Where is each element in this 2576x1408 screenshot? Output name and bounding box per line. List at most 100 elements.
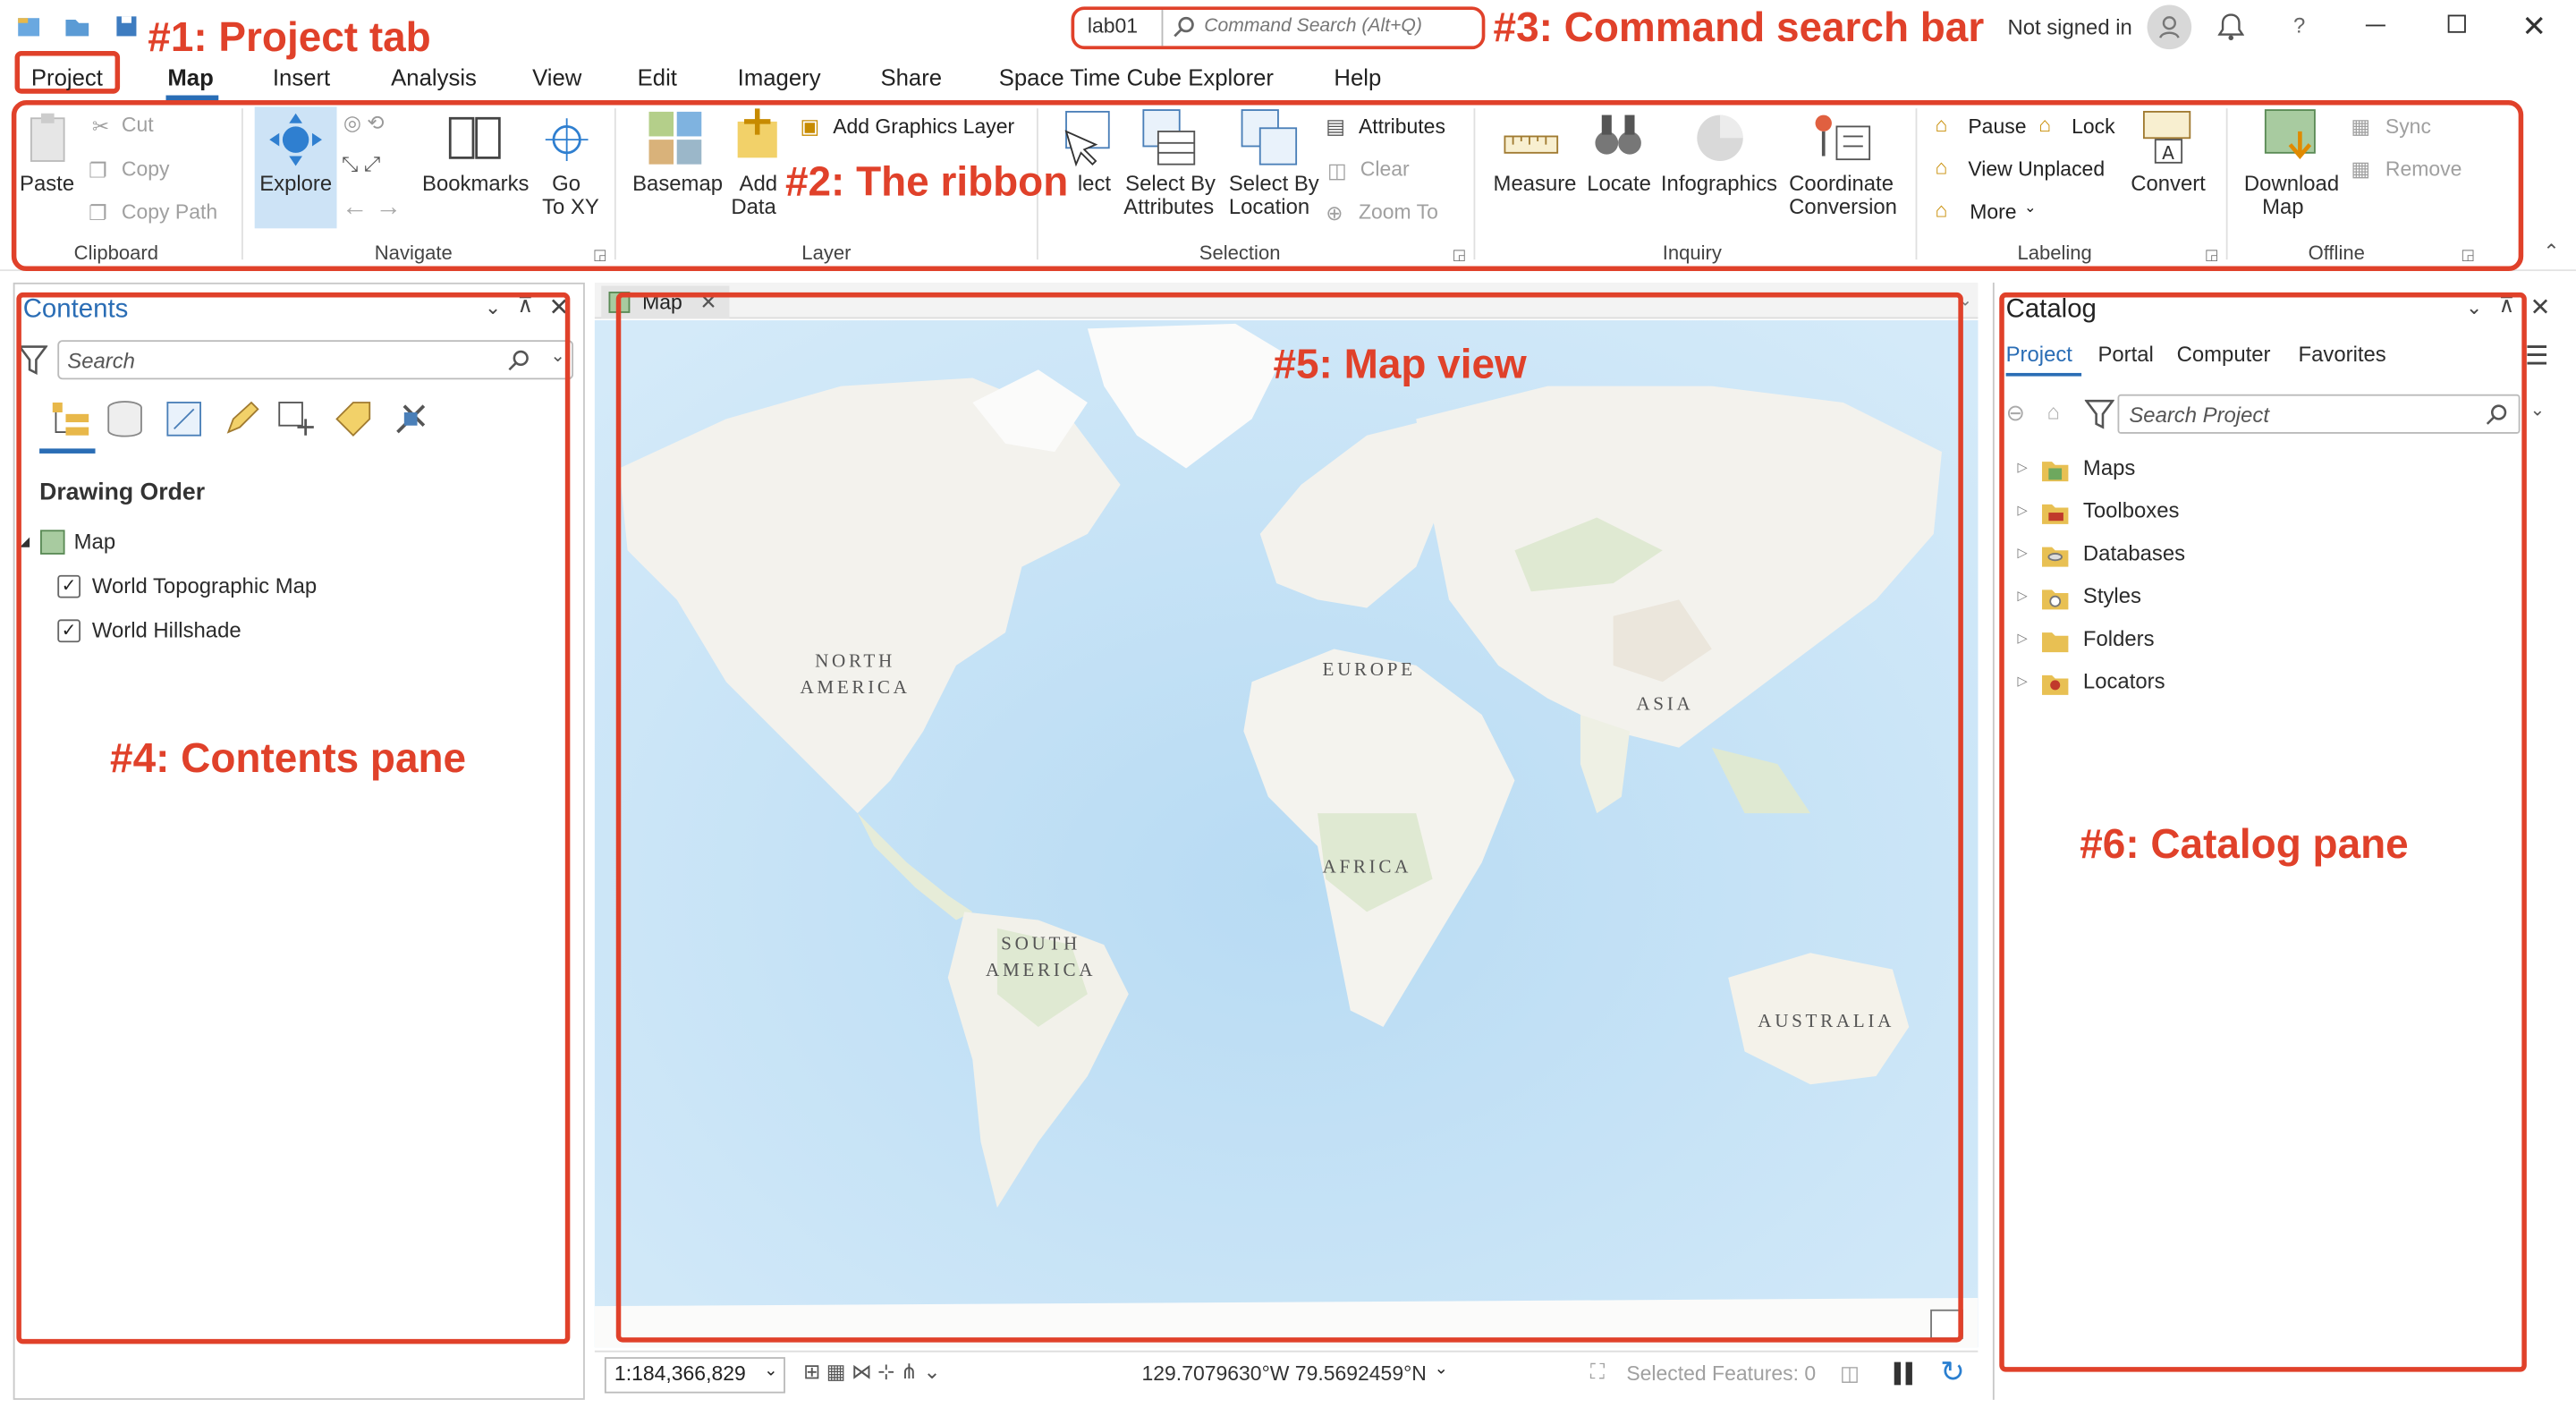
tab-map[interactable]: Map [167,64,213,90]
convert-button[interactable]: Convert [2131,172,2206,196]
notification-bell-icon[interactable] [2217,12,2245,49]
tab-view[interactable]: View [532,64,581,90]
locate-button[interactable]: Locate [1587,172,1651,196]
collapse-ribbon-icon[interactable]: ⌃ [2543,240,2559,263]
group-divider [1473,108,1476,260]
remove-icon: ▦ [2351,157,2371,182]
copy-icon: ❐ [89,159,107,182]
chevron-down-icon: ⌄ [2023,199,2037,216]
explore-icon [267,112,323,176]
pause-drawing-icon[interactable] [1894,1361,1902,1386]
view-unplaced-button[interactable]: View Unplaced [1968,157,2105,181]
goto-xy-label-1[interactable]: Go [552,172,580,196]
select-by-location-label-1[interactable]: Select By [1229,172,1319,196]
sync-button[interactable]: Sync [2385,115,2431,139]
add-graphics-layer-button[interactable]: Add Graphics Layer [833,115,1014,139]
paste-label[interactable]: Paste [20,172,74,196]
command-search-placeholder: Command Search (Alt+Q) [1204,16,1422,37]
clear-button[interactable]: Clear [1360,157,1410,181]
save-project-icon[interactable] [112,12,141,41]
sync-icon: ▦ [2351,115,2371,139]
basemap-button[interactable]: Basemap [632,172,723,196]
tab-space-time-cube-explorer[interactable]: Space Time Cube Explorer [999,64,1274,90]
annotation-contents-pane: #4: Contents pane [110,735,467,783]
download-map-label-1[interactable]: Download [2244,172,2339,196]
coordinate-conversion-label-1[interactable]: Coordinate [1789,172,1894,196]
lock-button[interactable]: Lock [2072,115,2115,139]
full-extent-icon[interactable]: ◎ ⟲ [343,110,385,135]
menu-icon[interactable]: ☰ [2525,340,2548,373]
tab-imagery[interactable]: Imagery [738,64,821,90]
sign-in-status[interactable]: Not signed in [2007,15,2131,40]
clear-selection-icon[interactable]: ◫ [1840,1361,1860,1386]
open-project-icon[interactable] [63,12,92,41]
tab-share[interactable]: Share [880,64,942,90]
refresh-icon[interactable]: ↻ [1940,1355,1965,1390]
restore-icon[interactable] [2447,14,2466,33]
avatar[interactable] [2147,4,2192,50]
tab-project[interactable]: Project [31,64,103,90]
tab-help[interactable]: Help [1334,64,1381,90]
status-tools-icons[interactable]: ⊞ ▦ ⋈ ⊹ ⋔ ⌄ [803,1359,941,1384]
select-by-attributes-label-1[interactable]: Select By [1125,172,1216,196]
chevron-down-icon[interactable]: ⌄ [764,1362,777,1380]
tab-analysis[interactable]: Analysis [391,64,477,90]
add-data-label-1[interactable]: Add [740,172,778,196]
group-divider [614,108,616,260]
copy-path-icon: ❐ [89,201,107,225]
group-divider [2225,108,2228,260]
select-by-attributes-label-2[interactable]: Attributes [1123,195,1214,219]
add-data-label-2[interactable]: Data [731,195,775,219]
copy-path-button[interactable]: Copy Path [122,200,217,224]
search-icon [1173,15,1196,47]
selection-dialog-launcher-icon[interactable]: ◲ [1453,247,1467,265]
minimize-icon[interactable] [2365,24,2385,27]
selected-features-count[interactable]: Selected Features: 0 [1626,1362,1816,1386]
bookmarks-icon [447,112,503,173]
annotation-project-tab: #1: Project tab [148,14,431,61]
measure-button[interactable]: Measure [1494,172,1577,196]
pause-icon: ⌂ [1935,113,1948,137]
remove-button[interactable]: Remove [2385,157,2462,181]
bookmarks-button[interactable]: Bookmarks [422,172,529,196]
offline-dialog-launcher-icon[interactable]: ◲ [2461,247,2475,265]
locate-icon [1592,110,1645,171]
measure-icon [1504,131,1559,166]
select-by-location-icon [1241,108,1300,175]
paste-icon[interactable] [26,112,72,176]
close-pane-icon[interactable]: ✕ [2530,293,2551,322]
help-icon[interactable]: ? [2293,13,2305,38]
infographics-button[interactable]: Infographics [1661,172,1777,196]
copy-button[interactable]: Copy [122,157,170,181]
scale-value: 1:184,366,829 [614,1361,746,1386]
goto-xy-label-2[interactable]: To XY [542,195,599,219]
tab-edit[interactable]: Edit [638,64,677,90]
download-map-label-2[interactable]: Map [2262,195,2303,219]
attributes-button[interactable]: Attributes [1359,115,1445,139]
previous-next-extent-icon[interactable]: ← → [342,194,402,224]
coordinate-conversion-icon [1810,110,1873,174]
cut-button[interactable]: Cut [122,114,154,137]
more-button[interactable]: More [1970,200,2016,224]
goto-xy-icon [542,115,591,173]
select-by-location-label-2[interactable]: Location [1229,195,1309,219]
svg-text:A: A [2162,142,2174,164]
pause-button[interactable]: Pause [1968,115,2026,139]
labeling-dialog-launcher-icon[interactable]: ◲ [2205,247,2219,265]
fixed-zoom-icon[interactable]: ⤡ ⤢ [342,153,380,178]
select-button[interactable]: lect [1078,172,1111,196]
group-divider [1915,108,1918,260]
navigate-dialog-launcher-icon[interactable]: ◲ [593,247,607,265]
coordinate-conversion-label-2[interactable]: Conversion [1789,195,1897,219]
close-window-icon[interactable]: ✕ [2521,10,2546,45]
inquiry-group-label: Inquiry [1662,241,1722,265]
tab-insert[interactable]: Insert [273,64,330,90]
graphics-layer-icon: ▣ [800,115,820,139]
zoom-to-button[interactable]: Zoom To [1359,200,1438,224]
chevron-down-icon[interactable]: ⌄ [1434,1361,1447,1378]
selection-group-label: Selection [1199,241,1281,265]
coordinates-readout: 129.7079630°W 79.5692459°N [1141,1361,1427,1386]
chevron-down-icon[interactable]: ⌄ [2530,399,2546,420]
view-unplaced-icon: ⌂ [1935,156,1948,180]
new-project-icon[interactable] [15,12,45,41]
